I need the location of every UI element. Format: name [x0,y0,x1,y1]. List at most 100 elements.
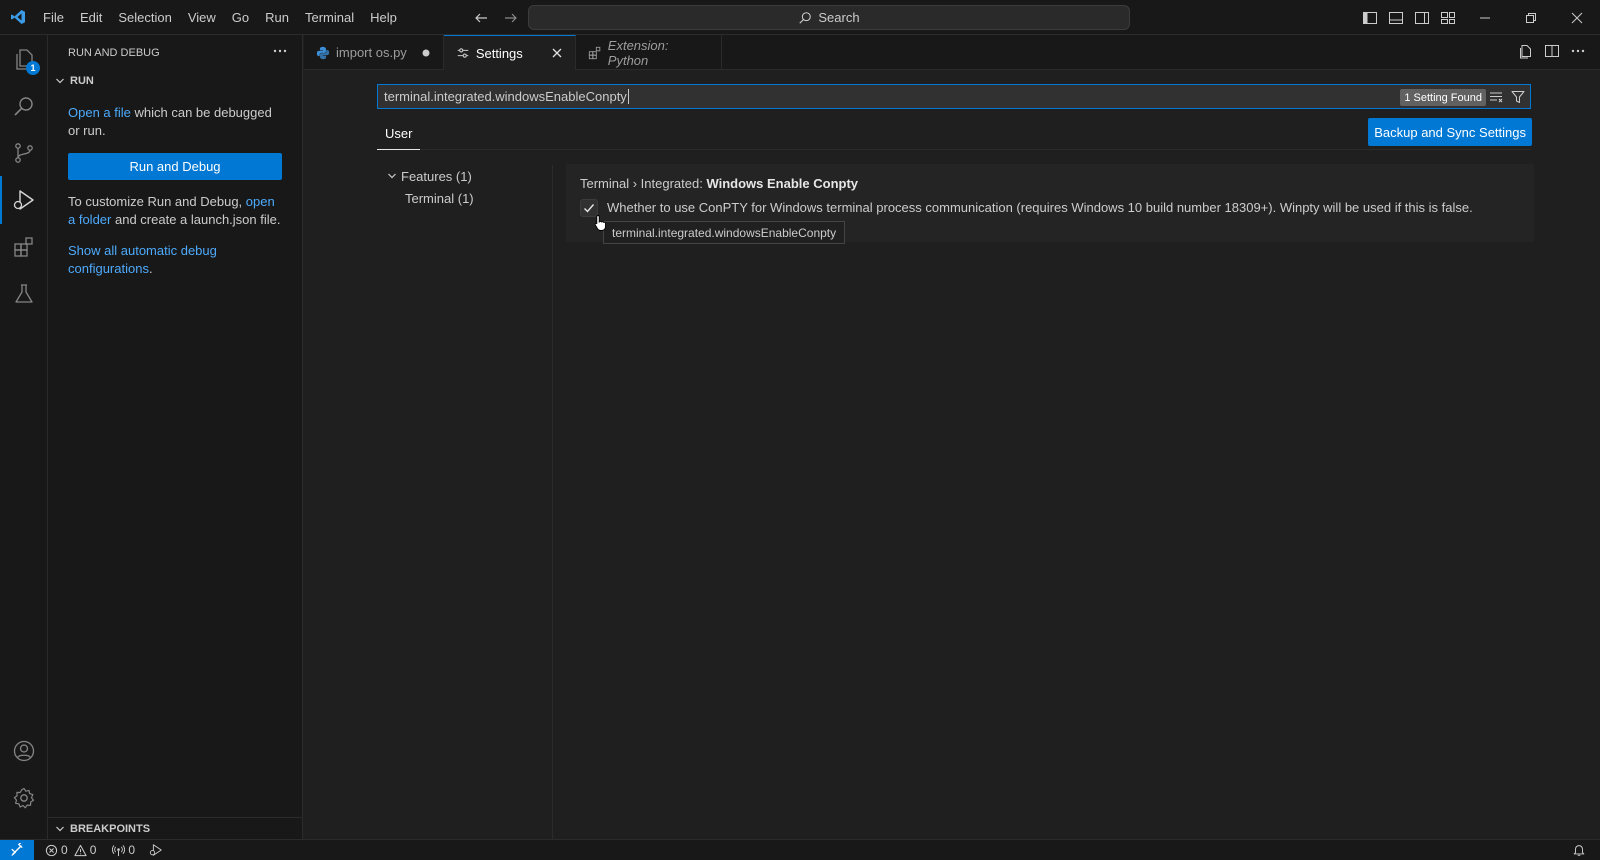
setting-description: Whether to use ConPTY for Windows termin… [607,200,1473,215]
customize-prefix: To customize Run and Debug, [68,194,246,209]
run-debug-sidebar: RUN AND DEBUG RUN Open a file which can … [48,35,303,839]
more-actions-icon[interactable] [1570,43,1586,59]
settings-search-value: terminal.integrated.windowsEnableConpty [384,89,627,104]
forward-arrow-icon[interactable] [500,7,522,29]
more-actions-icon[interactable] [272,43,288,59]
customize-layout-icon[interactable] [1438,8,1458,28]
layout-controls [1360,0,1458,35]
tab-settings[interactable]: Settings [443,35,576,70]
toggle-primary-sidebar-icon[interactable] [1360,8,1380,28]
settings-toc: Features (1) Terminal (1) [377,165,547,209]
close-window-icon[interactable] [1554,0,1600,35]
settings-found-badge: 1 Setting Found [1400,89,1486,106]
settings-search-input[interactable]: terminal.integrated.windowsEnableConpty … [377,84,1531,109]
show-all-configurations-link[interactable]: Show all automatic debug configurations [68,243,217,276]
sidebar-header: RUN AND DEBUG [48,35,302,70]
open-file-paragraph: Open a file which can be debugged or run… [48,104,302,140]
split-editor-icon[interactable] [1544,43,1560,59]
menu-go[interactable]: Go [224,0,257,35]
show-all-paragraph: Show all automatic debug configurations. [48,242,302,278]
clear-search-icon[interactable] [1488,89,1504,105]
tab-import-os-py[interactable]: import os.py [304,35,444,70]
menu-help[interactable]: Help [362,0,405,35]
breakpoints-section-header[interactable]: BREAKPOINTS [48,818,303,840]
toc-item-terminal[interactable]: Terminal (1) [377,187,547,209]
navigation-arrows [470,0,522,35]
open-file-link[interactable]: Open a file [68,105,131,120]
explorer-badge: 1 [26,61,40,75]
menu-edit[interactable]: Edit [72,0,110,35]
setting-name: Windows Enable Conpty [706,176,859,191]
setting-windows-enable-conpty: Terminal › Integrated: Windows Enable Co… [566,164,1534,244]
setting-id-tooltip: terminal.integrated.windowsEnableConpty [603,221,846,244]
command-center-search[interactable]: Search [528,5,1130,30]
remote-indicator-icon[interactable] [0,839,34,860]
toc-label: Terminal (1) [405,190,474,206]
filter-icon[interactable] [1510,89,1526,105]
title-bar: File Edit Selection View Go Run Terminal… [0,0,1600,35]
back-arrow-icon[interactable] [470,7,492,29]
toggle-panel-icon[interactable] [1386,8,1406,28]
warning-icon [74,844,87,857]
run-and-debug-button[interactable]: Run and Debug [68,153,282,180]
menu-bar: File Edit Selection View Go Run Terminal… [35,0,405,35]
extensions-icon[interactable] [0,223,48,271]
toc-item-features[interactable]: Features (1) [377,165,547,187]
menu-selection[interactable]: Selection [110,0,179,35]
debug-launch-indicator[interactable] [144,843,168,857]
sidebar-title: RUN AND DEBUG [68,46,160,59]
settings-sliders-icon [456,46,470,60]
ports-indicator[interactable]: 0 [107,843,140,857]
testing-icon[interactable] [0,270,48,318]
minimize-icon[interactable] [1462,0,1508,35]
setting-category: Terminal › Integrated: [580,176,707,191]
chevron-down-icon [52,73,68,89]
menu-terminal[interactable]: Terminal [297,0,362,35]
tab-user[interactable]: User [377,120,421,150]
notifications-bell-icon[interactable] [1572,843,1586,857]
command-center-label: Search [818,10,860,25]
close-tab-icon[interactable] [551,47,563,59]
tab-label: Settings [475,45,523,61]
backup-sync-button[interactable]: Backup and Sync Settings [1368,118,1532,146]
settings-scope-tabs: User [377,120,1531,150]
customize-suffix: and create a launch.json file. [111,212,281,227]
search-view-icon[interactable] [0,82,48,130]
search-actions [1488,89,1526,105]
menu-view[interactable]: View [180,0,224,35]
run-section-label: RUN [70,75,94,87]
check-icon [584,204,595,213]
problems-indicator[interactable]: 0 0 [40,843,101,857]
editor-tabs: import os.py Settings Extension: Python [304,35,1600,70]
hand-cursor-icon [594,214,608,232]
explorer-icon[interactable]: 1 [0,35,48,83]
text-caret [627,89,629,104]
python-file-icon [316,46,330,60]
chevron-down-icon [387,171,397,181]
customize-paragraph: To customize Run and Debug, open a folde… [48,193,302,229]
setting-title: Terminal › Integrated: Windows Enable Co… [580,176,858,191]
source-control-icon[interactable] [0,129,48,177]
run-debug-icon [149,843,163,857]
restore-icon[interactable] [1508,0,1554,35]
show-all-suffix: . [148,261,153,276]
toc-divider [552,165,553,839]
account-icon[interactable] [0,727,48,775]
chevron-down-icon [52,821,68,837]
menu-file[interactable]: File [35,0,72,35]
search-icon [798,11,812,25]
warning-count: 0 [89,843,97,857]
menu-run[interactable]: Run [257,0,297,35]
toggle-secondary-sidebar-icon[interactable] [1412,8,1432,28]
tab-extension-python[interactable]: Extension: Python [576,35,722,70]
activity-bar: 1 [0,35,48,839]
open-settings-json-icon[interactable] [1518,43,1534,59]
settings-gear-icon[interactable] [0,774,48,822]
editor-actions [1518,43,1586,59]
run-section-header[interactable]: RUN [48,70,302,92]
error-icon [45,844,58,857]
run-debug-icon[interactable] [0,176,48,224]
settings-editor: terminal.integrated.windowsEnableConpty … [304,70,1600,839]
broadcast-icon [112,844,126,857]
modified-dot-icon[interactable] [421,48,431,58]
